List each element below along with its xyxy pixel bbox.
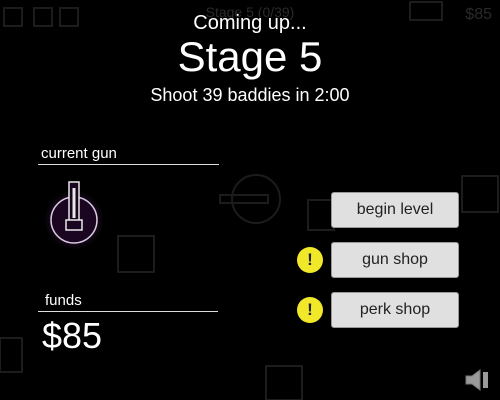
gun-shop-alert-icon: ! [297, 247, 323, 273]
coming-up-text: Coming up... [193, 12, 307, 34]
gun-shop-button[interactable]: gun shop [331, 242, 459, 278]
current-gun-icon [44, 181, 104, 250]
funds-value: $85 [42, 315, 103, 356]
begin-level-button[interactable]: begin level [331, 192, 459, 228]
stage-title: Stage 5 [177, 33, 323, 80]
speaker-icon[interactable] [464, 368, 490, 392]
stage-objective: Shoot 39 baddies in 2:00 [150, 85, 350, 105]
perk-shop-button[interactable]: perk shop [331, 292, 459, 328]
current-gun-label: current gun [38, 145, 219, 165]
funds-label: funds [38, 292, 218, 312]
perk-shop-alert-icon: ! [297, 297, 323, 323]
